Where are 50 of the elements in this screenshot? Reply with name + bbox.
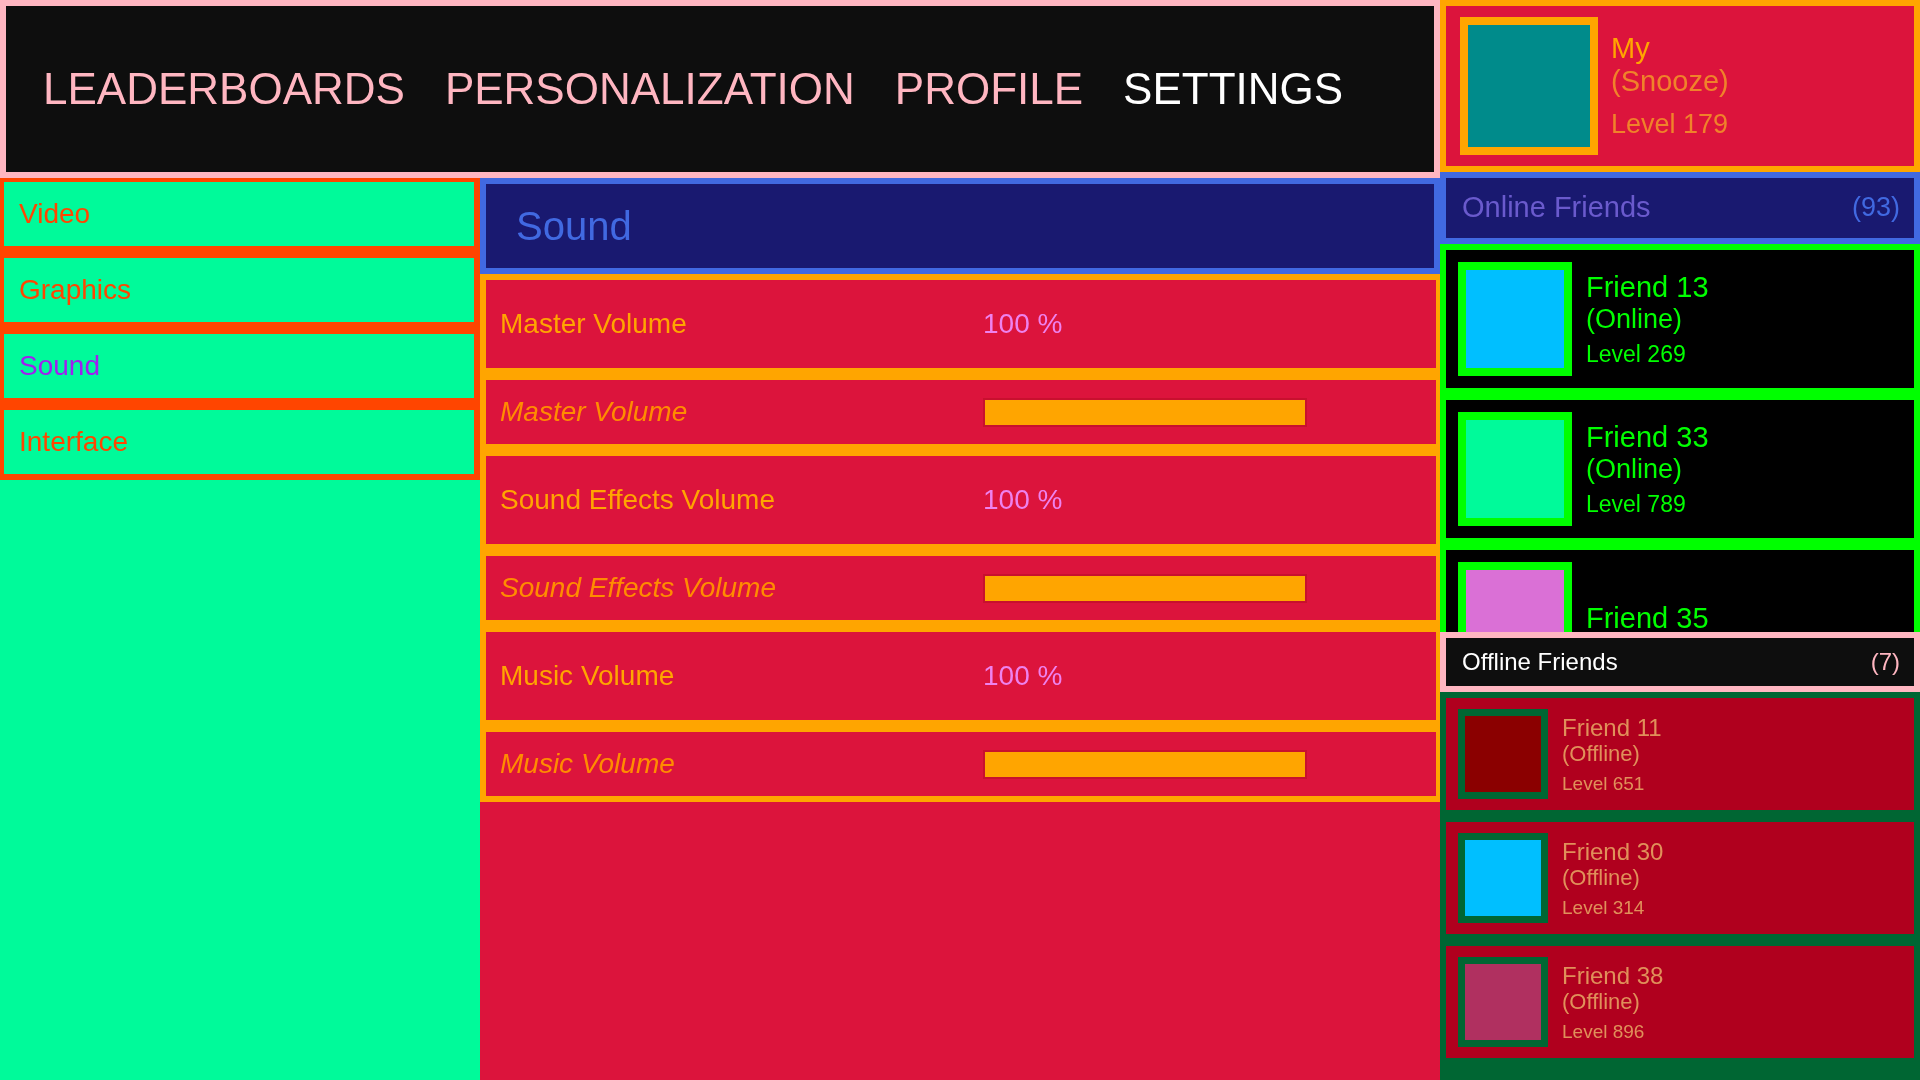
section-title: Offline Friends bbox=[1462, 648, 1618, 676]
friend-status: (Online) bbox=[1586, 453, 1684, 485]
friend-card[interactable]: Friend 30 (Offline) Level 314 bbox=[1446, 822, 1914, 934]
player-status: (Snooze) bbox=[1611, 65, 1729, 99]
friend-card[interactable]: Friend 38 (Offline) Level 896 bbox=[1446, 946, 1914, 1058]
friend-card[interactable]: Friend 11 (Offline) Level 651 bbox=[1446, 698, 1914, 810]
sidebar-item[interactable]: Video bbox=[4, 182, 474, 246]
slider-label: Master Volume bbox=[499, 396, 689, 428]
nav-tab[interactable]: LEADERBOARDS bbox=[43, 64, 405, 114]
setting-value: 100 % bbox=[983, 660, 1063, 692]
offline-friends-header[interactable]: Offline Friends (7) bbox=[1440, 632, 1920, 692]
setting-label: Sound Effects Volume bbox=[499, 484, 776, 516]
nav-tab[interactable]: PROFILE bbox=[894, 64, 1084, 114]
section-title: Online Friends bbox=[1462, 191, 1651, 225]
nav-tab[interactable]: SETTINGS bbox=[1123, 64, 1344, 114]
friend-level: Level 651 bbox=[1562, 772, 1646, 795]
friend-status: (Offline) bbox=[1562, 989, 1641, 1015]
setting-label: Music Volume bbox=[499, 660, 676, 692]
online-friends-header[interactable]: Online Friends (93) bbox=[1440, 172, 1920, 244]
friend-count: (7) bbox=[1870, 648, 1900, 676]
nav-tab[interactable]: PERSONALIZATION bbox=[444, 64, 855, 114]
friend-card[interactable]: Friend 33 (Online) Level 789 bbox=[1446, 400, 1914, 538]
profile-card[interactable]: My (Snooze) Level 179 bbox=[1440, 0, 1920, 172]
panel-title: Sound bbox=[480, 178, 1440, 274]
friend-status: (Online) bbox=[1586, 303, 1684, 335]
player-name: My bbox=[1611, 32, 1651, 66]
friend-name: Friend 33 bbox=[1586, 420, 1709, 454]
friend-name: Friend 35 bbox=[1586, 602, 1709, 632]
friend-name: Friend 13 bbox=[1586, 270, 1709, 304]
friend-card[interactable]: Friend 35 bbox=[1446, 550, 1914, 632]
friend-level: Level 789 bbox=[1586, 490, 1687, 518]
setting-label: Master Volume bbox=[499, 308, 688, 340]
friend-name: Friend 30 bbox=[1562, 837, 1664, 866]
slider-label: Music Volume bbox=[499, 748, 676, 780]
friend-level: Level 314 bbox=[1562, 896, 1646, 919]
friend-status: (Offline) bbox=[1562, 865, 1641, 891]
setting-value: 100 % bbox=[983, 308, 1063, 340]
sidebar-item[interactable]: Sound bbox=[4, 334, 474, 398]
friend-card[interactable]: Friend 13 (Online) Level 269 bbox=[1446, 250, 1914, 388]
friend-level: Level 896 bbox=[1562, 1020, 1646, 1043]
friend-count: (93) bbox=[1852, 192, 1900, 224]
friend-name: Friend 11 bbox=[1562, 713, 1662, 742]
friend-level: Level 269 bbox=[1586, 340, 1687, 368]
friend-name: Friend 38 bbox=[1562, 961, 1664, 990]
sidebar-item[interactable]: Interface bbox=[4, 410, 474, 474]
setting-value: 100 % bbox=[983, 484, 1063, 516]
friend-status: (Offline) bbox=[1562, 741, 1641, 767]
player-level: Level 179 bbox=[1611, 108, 1729, 140]
sidebar-item[interactable]: Graphics bbox=[4, 258, 474, 322]
slider-label: Sound Effects Volume bbox=[499, 572, 777, 604]
